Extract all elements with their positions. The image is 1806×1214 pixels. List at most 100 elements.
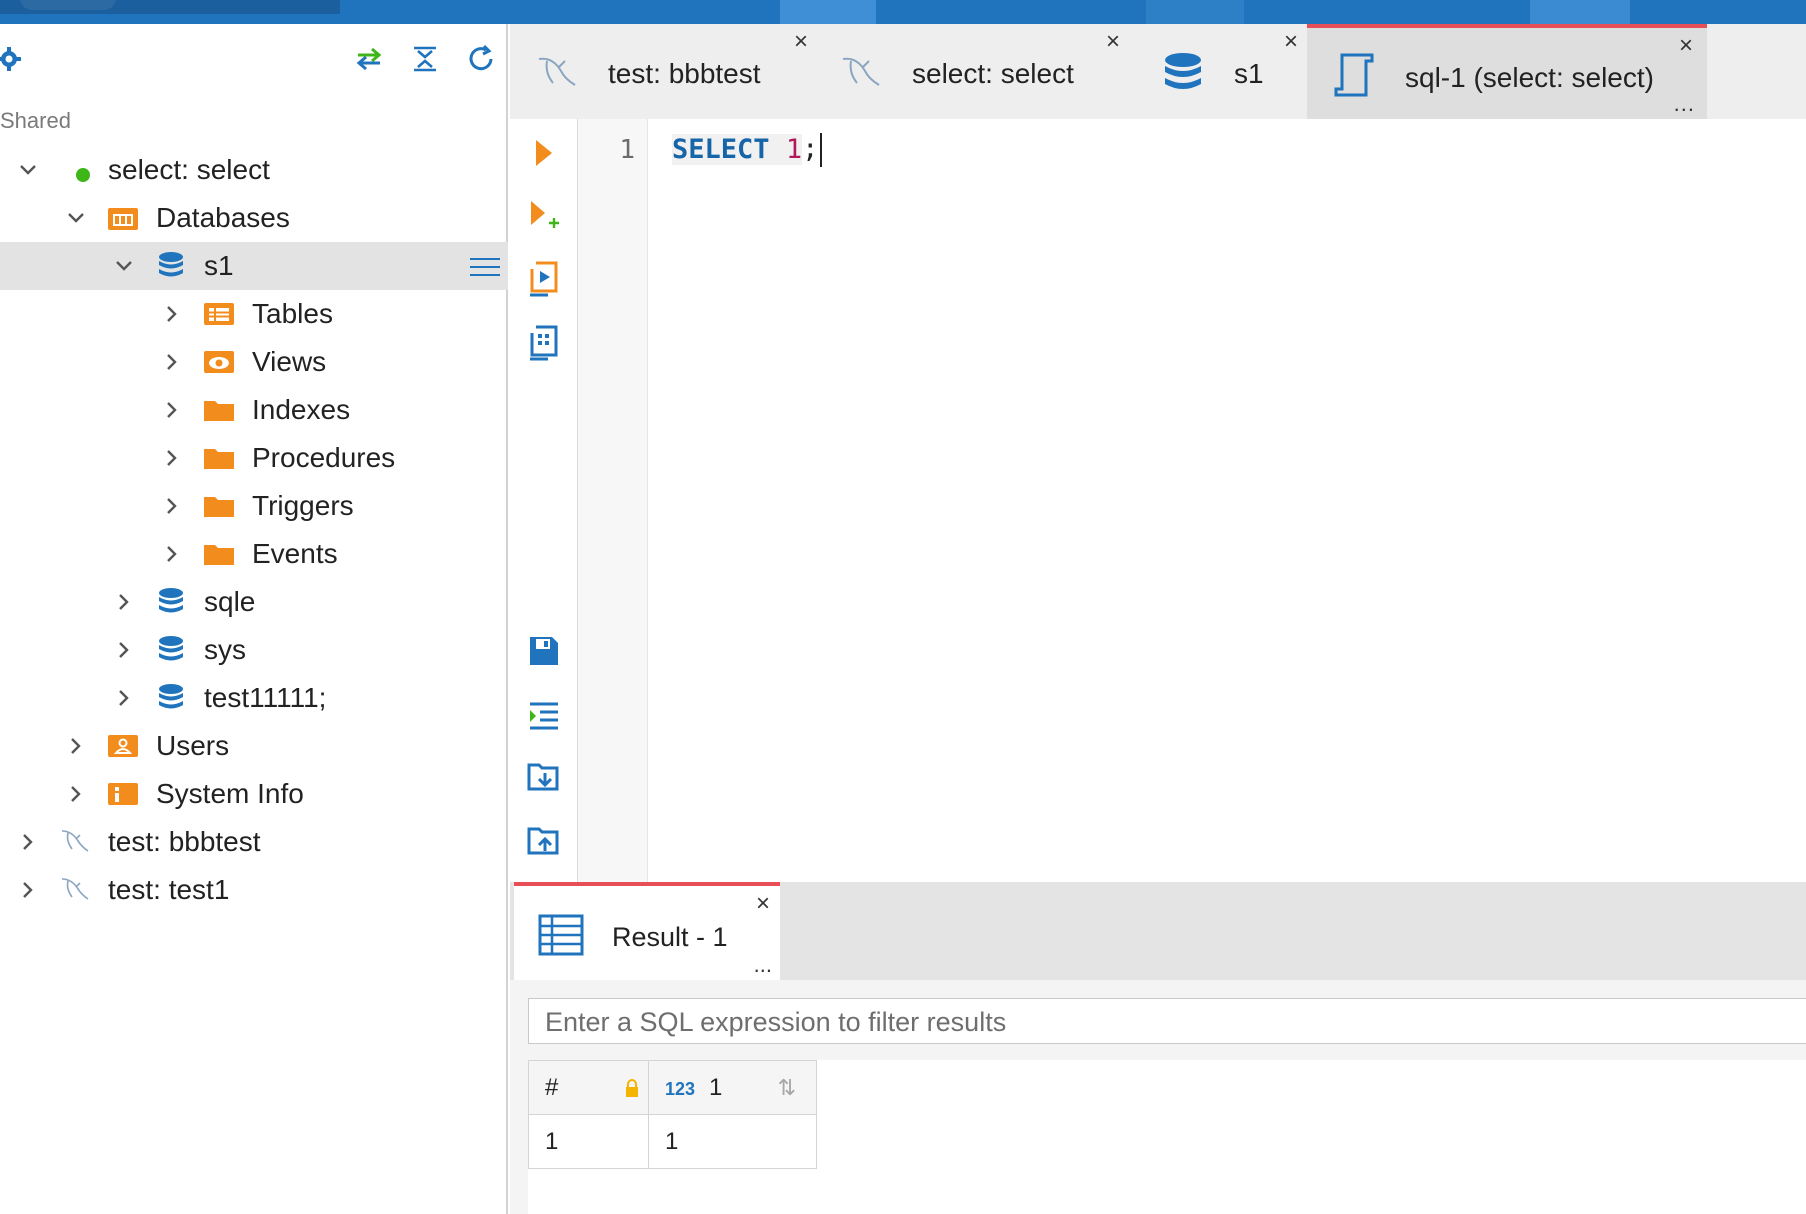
tree-item-label: Procedures <box>252 442 396 473</box>
explain-plan-icon[interactable] <box>524 323 564 363</box>
tab-result-1[interactable]: Result - 1 × ... <box>514 882 780 980</box>
sql-editor: 1 SELECT 1; <box>510 119 1806 882</box>
chevron-right-icon[interactable] <box>162 496 182 516</box>
tab-close-icon[interactable]: × <box>1284 30 1298 54</box>
mysql-dolphin-icon <box>58 825 92 859</box>
chevron-right-icon[interactable] <box>18 880 38 900</box>
tree-item-system-info[interactable]: System Info <box>0 770 508 818</box>
execute-statement-icon[interactable] <box>524 133 564 173</box>
chevron-right-icon[interactable] <box>162 448 182 468</box>
tab-test-bbbtest[interactable]: test: bbbtest × <box>510 24 822 119</box>
execute-in-new-tab-icon[interactable] <box>524 197 564 237</box>
sql-code-line[interactable]: SELECT 1; <box>672 133 823 167</box>
tree-item-test11111[interactable]: test11111; <box>0 674 508 722</box>
tab-close-icon[interactable]: × <box>756 892 770 916</box>
chevron-right-icon[interactable] <box>18 832 38 852</box>
tree-item-connection-select[interactable]: select: select <box>0 146 508 194</box>
tab-sql-1[interactable]: sql-1 (select: select) × ... <box>1307 24 1707 119</box>
folder-icon <box>202 441 236 475</box>
tree-item-indexes[interactable]: Indexes <box>0 386 508 434</box>
table-cell[interactable]: 1 <box>528 1114 649 1169</box>
tree-item-tables[interactable]: Tables <box>0 290 508 338</box>
mysql-dolphin-icon <box>58 873 92 907</box>
tree-item-label: Indexes <box>252 394 351 425</box>
table-row[interactable]: 1 1 <box>528 1114 817 1169</box>
tables-folder-icon <box>202 297 236 331</box>
table-cell[interactable]: 1 <box>648 1114 817 1169</box>
tree-item-triggers[interactable]: Triggers <box>0 482 508 530</box>
chevron-down-icon[interactable] <box>114 256 134 276</box>
tab-more-icon[interactable]: ... <box>754 952 772 978</box>
chevron-right-icon[interactable] <box>162 304 182 324</box>
column-header-row-number[interactable]: # <box>528 1060 649 1115</box>
tab-close-icon[interactable]: × <box>794 30 808 54</box>
settings-gear-icon[interactable] <box>0 42 26 76</box>
editor-tab-bar: test: bbbtest × select: select × s1 × sq… <box>510 24 1806 119</box>
database-icon <box>154 633 188 667</box>
tree-item-users[interactable]: Users <box>0 722 508 770</box>
tree-item-label: Views <box>252 346 327 377</box>
tree-item-sqle[interactable]: sqle <box>0 578 508 626</box>
tab-select-select[interactable]: select: select × <box>814 24 1134 119</box>
views-folder-icon <box>202 345 236 379</box>
text-caret <box>820 133 823 167</box>
column-header-1[interactable]: 123 1 ⇅ <box>648 1060 817 1115</box>
column-header-label: # <box>545 1073 559 1101</box>
tree-item-events[interactable]: Events <box>0 530 508 578</box>
tree-item-label: select: select <box>108 154 270 185</box>
tree-item-s1[interactable]: s1 <box>0 242 508 290</box>
tree-item-views[interactable]: Views <box>0 338 508 386</box>
save-script-icon[interactable] <box>524 821 564 861</box>
refresh-icon[interactable] <box>464 42 498 76</box>
load-script-icon[interactable] <box>524 757 564 797</box>
line-number: 1 <box>619 135 635 165</box>
tree-item-procedures[interactable]: Procedures <box>0 434 508 482</box>
folder-icon <box>202 393 236 427</box>
tab-label: s1 <box>1234 58 1264 89</box>
section-label-shared: Shared <box>0 108 71 133</box>
tree-item-label: test: test1 <box>108 874 230 905</box>
table-header-row: # 123 1 ⇅ <box>528 1060 817 1115</box>
sort-icon[interactable]: ⇅ <box>778 1075 796 1101</box>
format-sql-icon[interactable] <box>524 695 564 735</box>
line-number-gutter: 1 <box>578 119 648 882</box>
tab-s1[interactable]: s1 × <box>1130 24 1312 119</box>
lock-icon <box>624 1077 640 1097</box>
chevron-right-icon[interactable] <box>66 736 86 756</box>
tree-item-label: sqle <box>204 586 256 617</box>
chevron-right-icon[interactable] <box>162 544 182 564</box>
tree-item-sys[interactable]: sys <box>0 626 508 674</box>
link-with-editor-icon[interactable] <box>352 42 386 76</box>
hamburger-menu-icon[interactable] <box>468 254 502 278</box>
chevron-right-icon[interactable] <box>162 352 182 372</box>
tab-label: test: bbbtest <box>608 58 761 89</box>
navigator-toolbar <box>0 34 508 80</box>
save-icon[interactable] <box>524 631 564 671</box>
chevron-right-icon[interactable] <box>114 592 134 612</box>
chevron-down-icon[interactable] <box>18 160 38 180</box>
filter-input[interactable] <box>545 1005 1645 1039</box>
tab-close-icon[interactable]: × <box>1106 30 1120 54</box>
result-grid: # 123 1 ⇅ 1 1 <box>528 1060 1806 1214</box>
chevron-right-icon[interactable] <box>114 688 134 708</box>
chevron-right-icon[interactable] <box>114 640 134 660</box>
tree-item-connection-bbbtest[interactable]: test: bbbtest <box>0 818 508 866</box>
chevron-down-icon[interactable] <box>66 208 86 228</box>
database-icon <box>154 585 188 619</box>
chevron-right-icon[interactable] <box>66 784 86 804</box>
database-icon <box>154 249 188 283</box>
results-tab-bar: Result - 1 × ... <box>510 882 1806 980</box>
sql-number-literal: 1 <box>769 133 803 165</box>
mysql-dolphin-icon <box>838 50 884 96</box>
tree-item-databases[interactable]: Databases <box>0 194 508 242</box>
sql-script-icon <box>1331 53 1377 100</box>
tab-more-icon[interactable]: ... <box>1674 91 1695 117</box>
mysql-dolphin-icon <box>534 50 580 96</box>
database-icon <box>1160 50 1206 96</box>
collapse-all-icon[interactable] <box>408 42 442 76</box>
chevron-right-icon[interactable] <box>162 400 182 420</box>
tree-item-connection-test1[interactable]: test: test1 <box>0 866 508 914</box>
tab-close-icon[interactable]: × <box>1679 34 1693 58</box>
execute-script-icon[interactable] <box>524 259 564 299</box>
tree-item-label: test11111; <box>204 682 327 713</box>
